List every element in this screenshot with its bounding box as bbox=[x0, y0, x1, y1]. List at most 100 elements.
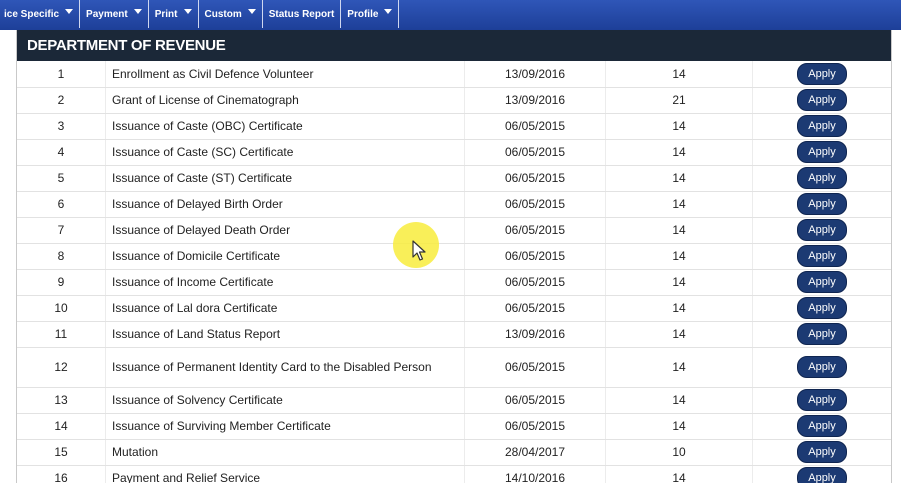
table-row: 11 Issuance of Land Status Report 13/09/20… bbox=[17, 321, 891, 348]
apply-button[interactable]: Apply bbox=[797, 415, 847, 437]
serial-number-cell: 11 bbox=[17, 321, 106, 348]
table-row: 5 Issuance of Caste (ST) Certificate 06/05… bbox=[17, 165, 891, 192]
service-days-cell: 14 bbox=[605, 347, 753, 388]
apply-button[interactable]: Apply bbox=[797, 167, 847, 189]
serial-number-cell: 10 bbox=[17, 295, 106, 322]
service-name-cell: Issuance of Surviving Member Certificate bbox=[105, 413, 465, 440]
service-name-cell: Issuance of Solvency Certificate bbox=[105, 387, 465, 414]
service-date-cell: 06/05/2015 bbox=[464, 243, 606, 270]
service-date-cell: 28/04/2017 bbox=[464, 439, 606, 466]
table-row: 12 Issuance of Permanent Identity Card to… bbox=[17, 347, 891, 388]
apply-cell: Apply bbox=[752, 347, 891, 388]
apply-button[interactable]: Apply bbox=[797, 193, 847, 215]
dropdown-caret-icon bbox=[384, 8, 393, 14]
service-date-cell: 13/09/2016 bbox=[464, 321, 606, 348]
service-date-cell: 06/05/2015 bbox=[464, 269, 606, 296]
service-name-cell: Issuance of Domicile Certificate bbox=[105, 243, 465, 270]
department-title: DEPARTMENT OF REVENUE bbox=[27, 37, 226, 54]
table-row: 13 Issuance of Solvency Certificate 06/05/… bbox=[17, 387, 891, 414]
apply-cell: Apply bbox=[752, 139, 891, 166]
apply-button[interactable]: Apply bbox=[797, 89, 847, 111]
service-name-cell: Issuance of Lal dora Certificate bbox=[105, 295, 465, 322]
dropdown-caret-icon bbox=[133, 8, 142, 14]
menu-custom[interactable]: Custom bbox=[199, 0, 263, 28]
service-name-cell: Mutation bbox=[105, 439, 465, 466]
table-row: 1 Enrollment as Civil Defence Volunteer 13… bbox=[17, 61, 891, 88]
service-name-cell: Enrollment as Civil Defence Volunteer bbox=[105, 61, 465, 88]
service-days-cell: 14 bbox=[605, 243, 753, 270]
apply-button[interactable]: Apply bbox=[797, 141, 847, 163]
service-date-cell: 06/05/2015 bbox=[464, 217, 606, 244]
serial-number-cell: 14 bbox=[17, 413, 106, 440]
apply-cell: Apply bbox=[752, 321, 891, 348]
service-days-cell: 14 bbox=[605, 61, 753, 88]
menu-profile[interactable]: Profile bbox=[341, 0, 400, 28]
apply-button[interactable]: Apply bbox=[797, 467, 847, 483]
serial-number-cell: 13 bbox=[17, 387, 106, 414]
service-days-cell: 21 bbox=[605, 87, 753, 114]
menu-print[interactable]: Print bbox=[149, 0, 199, 28]
apply-button[interactable]: Apply bbox=[797, 271, 847, 293]
service-date-cell: 06/05/2015 bbox=[464, 191, 606, 218]
apply-button[interactable]: Apply bbox=[797, 323, 847, 345]
service-name-cell: Issuance of Land Status Report bbox=[105, 321, 465, 348]
service-days-cell: 14 bbox=[605, 295, 753, 322]
service-date-cell: 06/05/2015 bbox=[464, 165, 606, 192]
apply-cell: Apply bbox=[752, 413, 891, 440]
apply-button[interactable]: Apply bbox=[797, 441, 847, 463]
apply-button[interactable]: Apply bbox=[797, 115, 847, 137]
serial-number-cell: 3 bbox=[17, 113, 106, 140]
table-row: 15 Mutation 28/04/2017 10 Apply bbox=[17, 439, 891, 466]
service-name-cell: Issuance of Delayed Death Order bbox=[105, 217, 465, 244]
apply-button[interactable]: Apply bbox=[797, 389, 847, 411]
table-row: 7 Issuance of Delayed Death Order 06/05/20… bbox=[17, 217, 891, 244]
service-days-cell: 14 bbox=[605, 139, 753, 166]
service-date-cell: 14/10/2016 bbox=[464, 465, 606, 483]
service-date-cell: 13/09/2016 bbox=[464, 61, 606, 88]
apply-button[interactable]: Apply bbox=[797, 245, 847, 267]
table-row: 14 Issuance of Surviving Member Certifica… bbox=[17, 413, 891, 440]
service-name-cell: Issuance of Caste (SC) Certificate bbox=[105, 139, 465, 166]
service-name-cell: Issuance of Caste (ST) Certificate bbox=[105, 165, 465, 192]
table-row: 16 Payment and Relief Service 14/10/2016 14… bbox=[17, 465, 891, 483]
service-name-cell: Issuance of Income Certificate bbox=[105, 269, 465, 296]
menu-label: Payment bbox=[86, 8, 128, 20]
department-panel: DEPARTMENT OF REVENUE 1 Enrollment as Civ… bbox=[16, 30, 892, 483]
table-row: 4 Issuance of Caste (SC) Certificate 06/05… bbox=[17, 139, 891, 166]
service-name-cell: Issuance of Delayed Birth Order bbox=[105, 191, 465, 218]
apply-cell: Apply bbox=[752, 439, 891, 466]
apply-button[interactable]: Apply bbox=[797, 297, 847, 319]
dropdown-caret-icon bbox=[183, 8, 192, 14]
serial-number-cell: 2 bbox=[17, 87, 106, 114]
service-date-cell: 13/09/2016 bbox=[464, 87, 606, 114]
menu-label: ice Specific bbox=[4, 8, 60, 20]
apply-cell: Apply bbox=[752, 465, 891, 483]
service-days-cell: 14 bbox=[605, 413, 753, 440]
service-date-cell: 06/05/2015 bbox=[464, 347, 606, 388]
apply-cell: Apply bbox=[752, 269, 891, 296]
menu-status-report[interactable]: Status Report bbox=[263, 0, 342, 28]
apply-cell: Apply bbox=[752, 295, 891, 322]
menu-label: Profile bbox=[347, 8, 379, 20]
apply-button[interactable]: Apply bbox=[797, 356, 847, 378]
apply-cell: Apply bbox=[752, 243, 891, 270]
service-days-cell: 14 bbox=[605, 113, 753, 140]
serial-number-cell: 6 bbox=[17, 191, 106, 218]
table-row: 8 Issuance of Domicile Certificate 06/05/2… bbox=[17, 243, 891, 270]
menu-ice-specific[interactable]: ice Specific bbox=[0, 0, 81, 28]
apply-button[interactable]: Apply bbox=[797, 62, 847, 85]
serial-number-cell: 5 bbox=[17, 165, 106, 192]
table-row: 6 Issuance of Delayed Birth Order 06/05/20… bbox=[17, 191, 891, 218]
top-menu-bar: ice Specific Payment Print Custom Status Rep… bbox=[0, 0, 901, 30]
serial-number-cell: 9 bbox=[17, 269, 106, 296]
serial-number-cell: 1 bbox=[17, 61, 106, 88]
service-name-cell: Grant of License of Cinematograph bbox=[105, 87, 465, 114]
serial-number-cell: 8 bbox=[17, 243, 106, 270]
serial-number-cell: 4 bbox=[17, 139, 106, 166]
serial-number-cell: 7 bbox=[17, 217, 106, 244]
apply-button[interactable]: Apply bbox=[797, 219, 847, 241]
service-date-cell: 06/05/2015 bbox=[464, 413, 606, 440]
service-days-cell: 14 bbox=[605, 465, 753, 483]
apply-cell: Apply bbox=[752, 113, 891, 140]
menu-payment[interactable]: Payment bbox=[80, 0, 149, 28]
